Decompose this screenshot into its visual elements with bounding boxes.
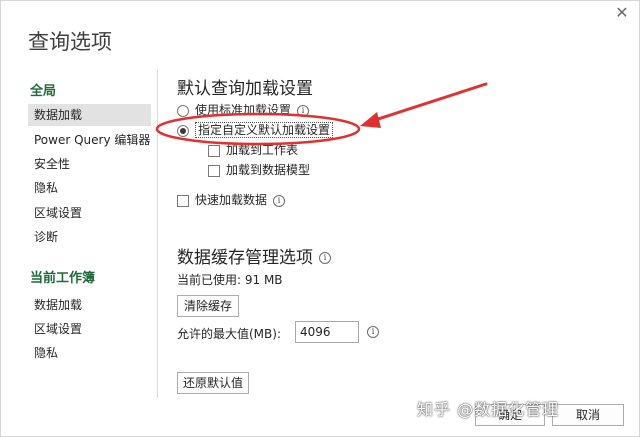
radio-standard-label: 使用标准加载设置 [195, 103, 292, 117]
sidebar-item-security[interactable]: 安全性 [28, 153, 151, 175]
checkbox-fast-load[interactable]: 快速加载数据 i [177, 191, 286, 209]
max-cache-label: 允许的最大值(MB): [177, 327, 281, 341]
sidebar-item-data-load[interactable]: 数据加载 [28, 104, 151, 126]
clear-cache-button[interactable]: 清除缓存 [177, 295, 239, 317]
sidebar-item-privacy[interactable]: 隐私 [28, 177, 151, 199]
checkbox-sheet-label: 加载到工作表 [226, 143, 299, 157]
info-icon: i [273, 194, 286, 207]
radio-standard-circle[interactable] [177, 104, 189, 117]
checkbox-load-to-model[interactable]: 加载到数据模型 [208, 161, 310, 179]
checkbox-sheet-box[interactable] [208, 144, 220, 157]
cache-current-used: 当前已使用: 91 MB [177, 273, 283, 287]
checkbox-model-label: 加载到数据模型 [226, 163, 311, 177]
cancel-button[interactable]: 取消 [552, 404, 624, 426]
sidebar-group-global: 全局 [30, 84, 57, 99]
sidebar-item-wb-data-load[interactable]: 数据加载 [28, 294, 151, 316]
max-cache-input[interactable]: 4096 [295, 321, 359, 343]
info-icon: i [367, 326, 379, 338]
checkbox-model-box[interactable] [208, 164, 220, 177]
watermark-text: 知乎 @数据化管理 [417, 400, 560, 419]
sidebar-item-diagnostics[interactable]: 诊断 [28, 226, 151, 248]
info-icon: i [297, 104, 310, 117]
radio-custom-label: 指定自定义默认加载设置 [195, 122, 334, 138]
close-button[interactable]: ✕ [611, 3, 633, 23]
info-icon: i [319, 252, 331, 264]
checkbox-fast-box[interactable] [177, 194, 189, 207]
sidebar-item-wb-privacy[interactable]: 隐私 [28, 342, 151, 364]
restore-defaults-button[interactable]: 还原默认值 [177, 372, 249, 394]
checkbox-fast-label: 快速加载数据 [195, 193, 268, 207]
load-settings-title: 默认查询加载设置 [177, 79, 313, 99]
cache-title-text: 数据缓存管理选项 [177, 248, 313, 268]
checkbox-load-to-sheet[interactable]: 加载到工作表 [208, 141, 298, 159]
dialog-title: 查询选项 [28, 30, 112, 54]
sidebar-item-wb-regional-settings[interactable]: 区域设置 [28, 318, 151, 340]
sidebar-item-power-query-editor[interactable]: Power Query 编辑器 [28, 129, 151, 151]
radio-custom-load[interactable]: 指定自定义默认加载设置 [177, 121, 334, 139]
radio-custom-circle[interactable] [177, 124, 189, 137]
sidebar-group-current-workbook: 当前工作簿 [30, 271, 96, 286]
sidebar-item-regional-settings[interactable]: 区域设置 [28, 202, 151, 224]
radio-standard-load[interactable]: 使用标准加载设置 i [177, 101, 310, 119]
sidebar-divider [157, 70, 158, 398]
cache-section-title: 数据缓存管理选项 i [177, 243, 331, 268]
